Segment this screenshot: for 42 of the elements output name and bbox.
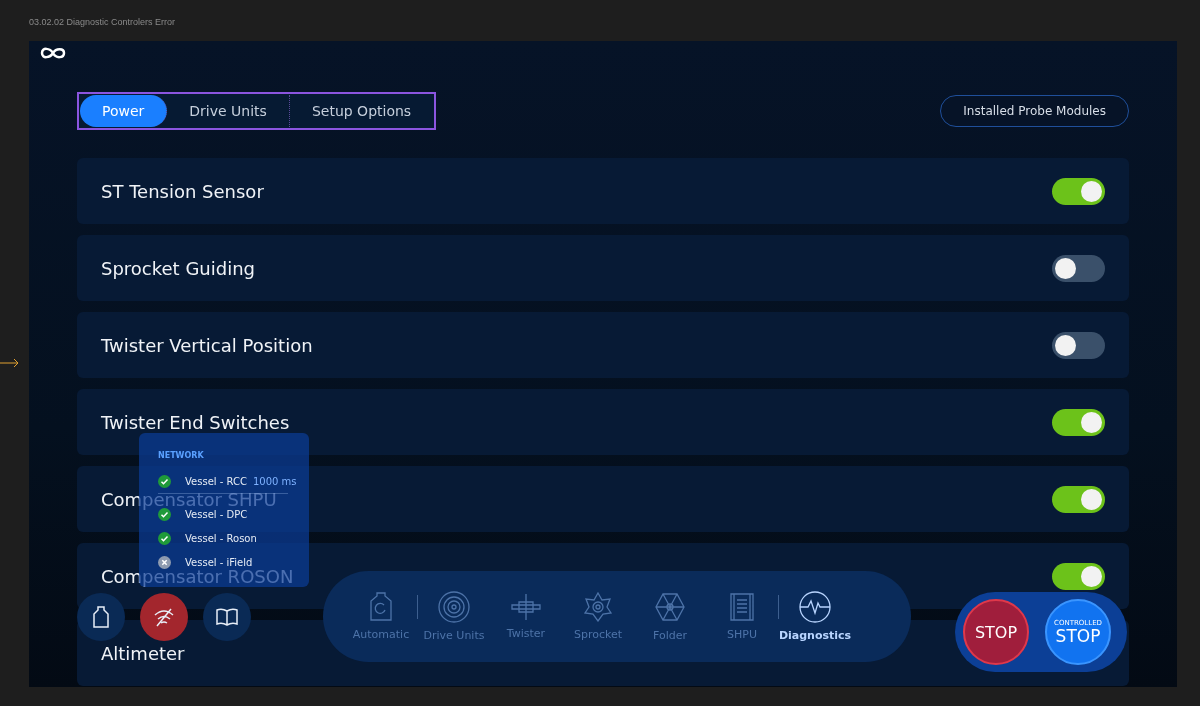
connection-name: Vessel - DPC	[185, 508, 248, 520]
connection-name: Vessel - Roson	[185, 532, 257, 544]
nav-item[interactable]: SHPU	[706, 592, 778, 641]
module-name: Sprocket Guiding	[101, 257, 256, 279]
signal-off-icon	[153, 607, 175, 627]
tab[interactable]: Drive Units	[167, 95, 290, 127]
cabinet-icon	[729, 592, 755, 622]
toggle-switch[interactable]	[1052, 408, 1105, 436]
latency-value: 1000 ms	[252, 475, 297, 487]
connection-name: Vessel - RCC	[185, 475, 247, 487]
nav-item[interactable]: Folder	[634, 591, 706, 642]
connection-name: Vessel - iField	[185, 556, 253, 568]
tab[interactable]: Power	[80, 95, 168, 127]
sprocket-icon	[582, 592, 614, 622]
logo-icon	[40, 46, 66, 60]
nav-item[interactable]: Sprocket	[562, 592, 634, 641]
tab[interactable]: Setup Options	[289, 95, 434, 127]
module-name: ST Tension Sensor	[101, 180, 264, 202]
canister-icon	[368, 592, 394, 622]
nav-item[interactable]: Diagnostics	[779, 591, 851, 642]
disc-icon	[438, 591, 470, 623]
shaft-icon	[510, 593, 542, 621]
frame-label: 03.02.02 Diagnostic Controlers Error	[29, 15, 177, 29]
arrow-icon	[0, 358, 20, 368]
toggle-switch[interactable]	[1052, 562, 1105, 590]
toggle-switch[interactable]	[1052, 177, 1105, 205]
popup-title: NETWORK	[158, 451, 205, 460]
installed-probe-modules-button[interactable]: Installed Probe Modules	[940, 95, 1129, 127]
pulse-icon	[799, 591, 831, 623]
hexagon-icon	[654, 591, 686, 623]
toggle-switch[interactable]	[1052, 254, 1105, 282]
nav-item[interactable]: Automatic	[345, 592, 417, 641]
stop-button[interactable]: STOP	[963, 599, 1029, 665]
toggle-switch[interactable]	[1052, 485, 1105, 513]
module-name: Twister End Switches	[101, 411, 290, 433]
book-icon	[216, 608, 238, 626]
nav-item[interactable]: Twister	[490, 593, 562, 640]
toggle-switch[interactable]	[1052, 331, 1105, 359]
module-name: Twister Vertical Position	[101, 334, 313, 356]
nav-item[interactable]: Drive Units	[418, 591, 490, 642]
bag-icon	[92, 606, 110, 628]
module-name: Altimeter	[101, 642, 185, 664]
